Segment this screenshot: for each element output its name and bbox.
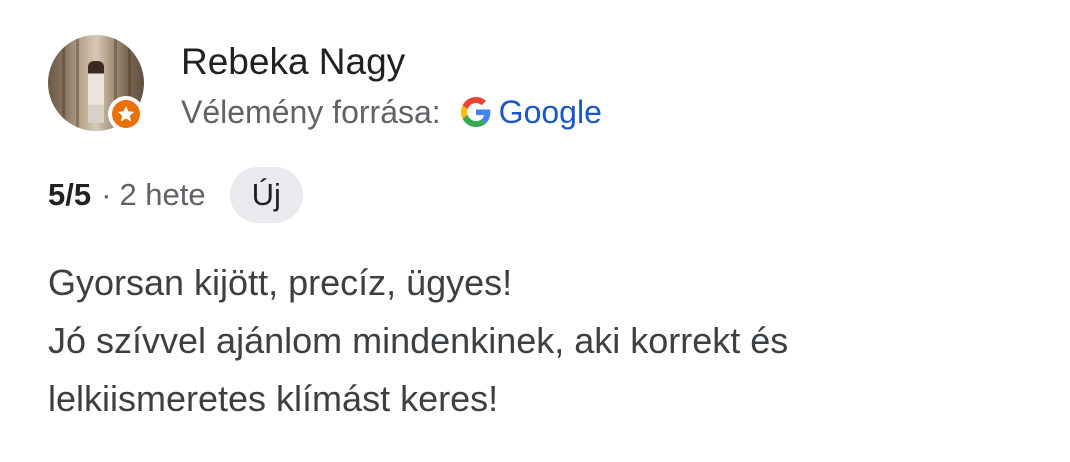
google-g-icon: [460, 97, 491, 127]
review-text-line: Gyorsan kijött, precíz, ügyes!: [48, 262, 513, 303]
local-guide-star-icon: [112, 100, 140, 128]
local-guide-badge: [108, 96, 144, 132]
avatar-detail: [62, 35, 65, 131]
reviewer-name[interactable]: Rebeka Nagy: [181, 40, 405, 84]
review-text-line: lelkiismeretes klímást keres!: [48, 378, 499, 419]
meta-separator: ·: [101, 177, 112, 212]
avatar-detail: [76, 35, 79, 131]
review-meta: 5/5 · 2 hete Új: [48, 167, 303, 223]
review-text: Gyorsan kijött, precíz, ügyes! Jó szívve…: [48, 254, 1048, 428]
avatar-person: [88, 61, 104, 123]
rating-value: 5/5: [48, 177, 92, 212]
review-text-line: Jó szívvel ajánlom mindenkinek, aki korr…: [48, 320, 789, 361]
review-time: 2 hete: [119, 177, 206, 212]
new-badge: Új: [229, 167, 303, 223]
review-source: Vélemény forrása: Google: [181, 92, 602, 132]
review-card: Rebeka Nagy Vélemény forrása: Google 5/5…: [0, 0, 1070, 462]
source-label: Vélemény forrása:: [181, 94, 441, 130]
google-source-link[interactable]: Google: [499, 92, 602, 132]
